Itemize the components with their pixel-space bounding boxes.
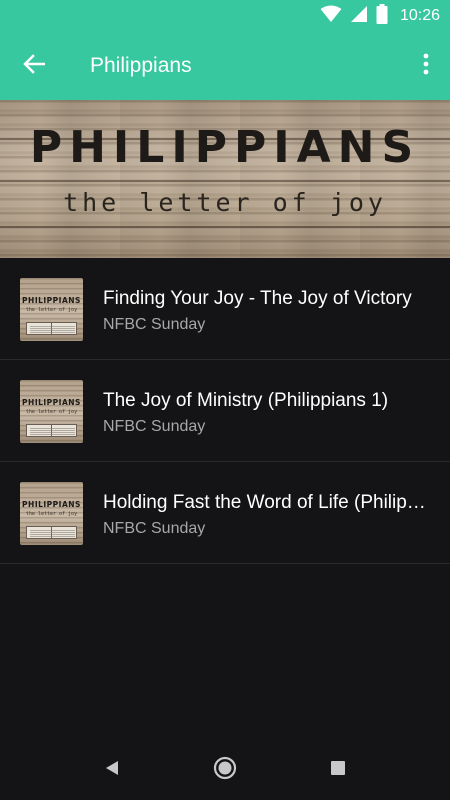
nav-recents-button[interactable]	[322, 754, 354, 786]
nav-back-button[interactable]	[96, 754, 128, 786]
status-icons: 10:26	[320, 3, 440, 29]
sermon-title: The Joy of Ministry (Philippians 1)	[103, 390, 389, 411]
banner-title: PHILIPPIANS	[29, 122, 421, 173]
sermon-title: Holding Fast the Word of Life (Philippia…	[103, 492, 433, 513]
page-title: Philippians	[90, 54, 192, 77]
sermon-thumbnail: PHILIPPIANS the letter of joy	[20, 482, 83, 545]
thumbnail-title: PHILIPPIANS	[22, 398, 81, 407]
signal-icon	[350, 5, 368, 28]
back-triangle-icon	[103, 759, 121, 782]
sermon-subtitle: NFBC Sunday	[103, 418, 206, 435]
wifi-icon	[320, 5, 342, 28]
thumbnail-title: PHILIPPIANS	[22, 296, 81, 305]
sermon-thumbnail: PHILIPPIANS the letter of joy	[20, 380, 83, 443]
thumbnail-subtitle: the letter of joy	[25, 307, 78, 313]
sermon-subtitle: NFBC Sunday	[103, 316, 206, 333]
sermon-subtitle: NFBC Sunday	[103, 520, 206, 537]
wood-seam	[0, 180, 450, 182]
thumbnail-subtitle: the letter of joy	[25, 511, 78, 517]
system-nav-bar	[0, 740, 450, 800]
open-book-image	[26, 526, 77, 539]
back-button[interactable]	[14, 46, 54, 86]
nav-home-button[interactable]	[209, 754, 241, 786]
list-item[interactable]: PHILIPPIANS the letter of joy Holding Fa…	[0, 462, 450, 564]
home-circle-icon	[213, 756, 237, 785]
sermon-title: Finding Your Joy - The Joy of Victory	[103, 288, 412, 309]
list-item[interactable]: PHILIPPIANS the letter of joy The Joy of…	[0, 360, 450, 462]
wood-seam	[0, 226, 450, 228]
thumbnail-subtitle: the letter of joy	[25, 409, 78, 415]
arrow-left-icon	[23, 53, 46, 80]
status-time: 10:26	[399, 7, 440, 24]
more-vert-icon	[423, 53, 429, 80]
open-book-image	[26, 322, 77, 335]
recents-square-icon	[330, 760, 346, 781]
sermon-thumbnail: PHILIPPIANS the letter of joy	[20, 278, 83, 341]
status-bar: 10:26	[0, 0, 450, 32]
list-item[interactable]: PHILIPPIANS the letter of joy Finding Yo…	[0, 258, 450, 360]
open-book-image	[26, 424, 77, 437]
series-banner: PHILIPPIANS the letter of joy	[0, 100, 450, 258]
thumbnail-title: PHILIPPIANS	[22, 500, 81, 509]
app-bar: Philippians	[0, 32, 450, 100]
battery-icon	[376, 3, 388, 29]
sermon-list: PHILIPPIANS the letter of joy Finding Yo…	[0, 258, 450, 564]
more-options-button[interactable]	[410, 46, 442, 86]
banner-subtitle: the letter of joy	[63, 188, 387, 217]
